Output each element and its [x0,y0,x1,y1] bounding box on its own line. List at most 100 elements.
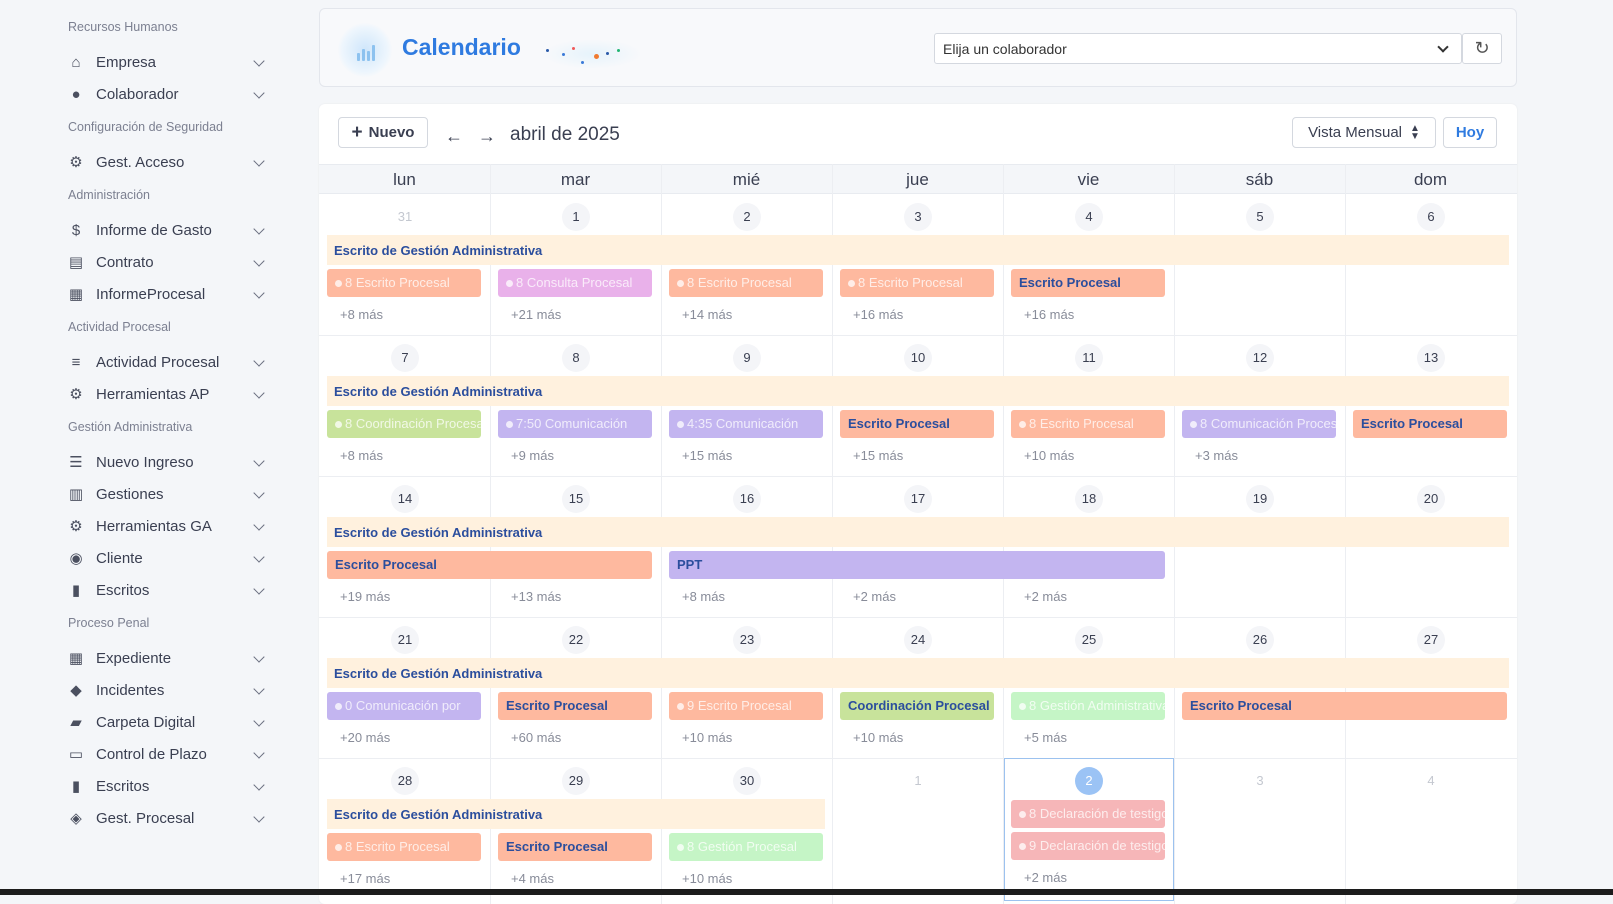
day-number[interactable]: 4 [1075,203,1103,231]
more-events-link[interactable]: +10 más [682,730,732,745]
more-events-link[interactable]: +8 más [340,448,383,463]
day-number[interactable]: 15 [562,485,590,513]
day-number[interactable]: 16 [733,485,761,513]
calendar-event[interactable]: 8 Escrito Procesal [327,833,481,861]
next-month-button[interactable]: → [478,126,496,147]
day-number[interactable]: 18 [1075,485,1103,513]
more-events-link[interactable]: +4 más [511,871,554,886]
more-events-link[interactable]: +8 más [682,589,725,604]
sidebar-item[interactable]: ● Colaborador [68,78,265,110]
day-number[interactable]: 27 [1417,626,1445,654]
sidebar-item[interactable]: ⚙ Gest. Acceso [68,146,265,178]
sidebar-item[interactable]: ▤ Contrato [68,246,265,278]
day-number[interactable]: 10 [904,344,932,372]
calendar-event[interactable]: Escrito Procesal [1353,410,1507,438]
more-events-link[interactable]: +14 más [682,307,732,322]
sidebar-item[interactable]: ▮ Escritos [68,770,265,802]
day-number[interactable]: 8 [562,344,590,372]
more-events-link[interactable]: +21 más [511,307,561,322]
day-number[interactable]: 4 [1417,767,1445,795]
sidebar-item[interactable]: ⚙ Herramientas AP [68,378,265,410]
sidebar-item[interactable]: ▥ Gestiones [68,478,265,510]
more-events-link[interactable]: +19 más [340,589,390,604]
day-number[interactable]: 7 [391,344,419,372]
more-events-link[interactable]: +13 más [511,589,561,604]
more-events-link[interactable]: +16 más [1024,307,1074,322]
calendar-event[interactable]: 9 Escrito Procesal [669,692,823,720]
collaborator-select[interactable]: Elija un colaborador [934,33,1462,64]
calendar-event[interactable]: Escrito Procesal [840,410,994,438]
admin-event-bar[interactable]: Escrito de Gestión Administrativa [327,658,1509,688]
sidebar-item[interactable]: $ Informe de Gasto [68,214,265,246]
day-number[interactable]: 25 [1075,626,1103,654]
day-number[interactable]: 31 [391,203,419,231]
day-number[interactable]: 2 [1075,767,1103,795]
calendar-event[interactable]: Escrito Procesal [1182,692,1507,720]
more-events-link[interactable]: +8 más [340,307,383,322]
calendar-event[interactable]: 8 Escrito Procesal [840,269,994,297]
new-event-button[interactable]: + Nuevo [338,117,428,148]
calendar-event[interactable]: Escrito Procesal [1011,269,1165,297]
day-number[interactable]: 23 [733,626,761,654]
prev-month-button[interactable]: ← [445,126,463,147]
day-number[interactable]: 24 [904,626,932,654]
day-number[interactable]: 19 [1246,485,1274,513]
sidebar-item[interactable]: ◉ Cliente [68,542,265,574]
calendar-event[interactable]: 8 Escrito Procesal [327,269,481,297]
more-events-link[interactable]: +2 más [1024,589,1067,604]
day-number[interactable]: 3 [904,203,932,231]
day-number[interactable]: 14 [391,485,419,513]
calendar-event[interactable]: 7:50 Comunicación [498,410,652,438]
calendar-event[interactable]: 9 Declaración de testigos [1011,832,1165,860]
sidebar-item[interactable]: ▰ Carpeta Digital [68,706,265,738]
more-events-link[interactable]: +10 más [853,730,903,745]
day-number[interactable]: 1 [562,203,590,231]
more-events-link[interactable]: +3 más [1195,448,1238,463]
calendar-event[interactable]: 8 Comunicación Procesal [1182,410,1336,438]
day-number[interactable]: 9 [733,344,761,372]
day-number[interactable]: 30 [733,767,761,795]
day-number[interactable]: 3 [1246,767,1274,795]
more-events-link[interactable]: +16 más [853,307,903,322]
calendar-event[interactable]: 8 Declaración de testigos [1011,800,1165,828]
sidebar-item[interactable]: ☰ Nuevo Ingreso [68,446,265,478]
more-events-link[interactable]: +2 más [853,589,896,604]
day-number[interactable]: 22 [562,626,590,654]
day-number[interactable]: 11 [1075,344,1103,372]
more-events-link[interactable]: +10 más [1024,448,1074,463]
more-events-link[interactable]: +60 más [511,730,561,745]
day-number[interactable]: 17 [904,485,932,513]
more-events-link[interactable]: +2 más [1024,870,1067,885]
sidebar-item[interactable]: ⌂ Empresa [68,46,265,78]
today-button[interactable]: Hoy [1443,117,1497,148]
day-number[interactable]: 6 [1417,203,1445,231]
admin-event-bar[interactable]: Escrito de Gestión Administrativa [327,235,1509,265]
calendar-event[interactable]: 8 Gestión Procesal [669,833,823,861]
day-number[interactable]: 1 [904,767,932,795]
calendar-event[interactable]: 8 Coordinación Procesal [327,410,481,438]
day-number[interactable]: 20 [1417,485,1445,513]
day-number[interactable]: 29 [562,767,590,795]
calendar-event[interactable]: 8 Escrito Procesal [669,269,823,297]
day-number[interactable]: 12 [1246,344,1274,372]
admin-event-bar[interactable]: Escrito de Gestión Administrativa [327,799,825,829]
calendar-event[interactable]: 0 Comunicación por [327,692,481,720]
calendar-event[interactable]: 8 Gestión Administrativa [1011,692,1165,720]
sidebar-item[interactable]: ≡ Actividad Procesal [68,346,265,378]
day-number[interactable]: 21 [391,626,419,654]
more-events-link[interactable]: +10 más [682,871,732,886]
calendar-event[interactable]: 4:35 Comunicación [669,410,823,438]
calendar-event[interactable]: 8 Consulta Procesal [498,269,652,297]
day-number[interactable]: 2 [733,203,761,231]
calendar-event[interactable]: Escrito Procesal [498,833,652,861]
day-number[interactable]: 5 [1246,203,1274,231]
view-mode-select[interactable]: Vista Mensual ▲ ▼ [1292,117,1436,148]
sidebar-item[interactable]: ▦ InformeProcesal [68,278,265,310]
more-events-link[interactable]: +9 más [511,448,554,463]
sidebar-item[interactable]: ▮ Escritos [68,574,265,606]
refresh-button[interactable]: ↻ [1462,33,1502,64]
more-events-link[interactable]: +17 más [340,871,390,886]
admin-event-bar[interactable]: Escrito de Gestión Administrativa [327,517,1509,547]
day-number[interactable]: 28 [391,767,419,795]
calendar-event[interactable]: Escrito Procesal [498,692,652,720]
